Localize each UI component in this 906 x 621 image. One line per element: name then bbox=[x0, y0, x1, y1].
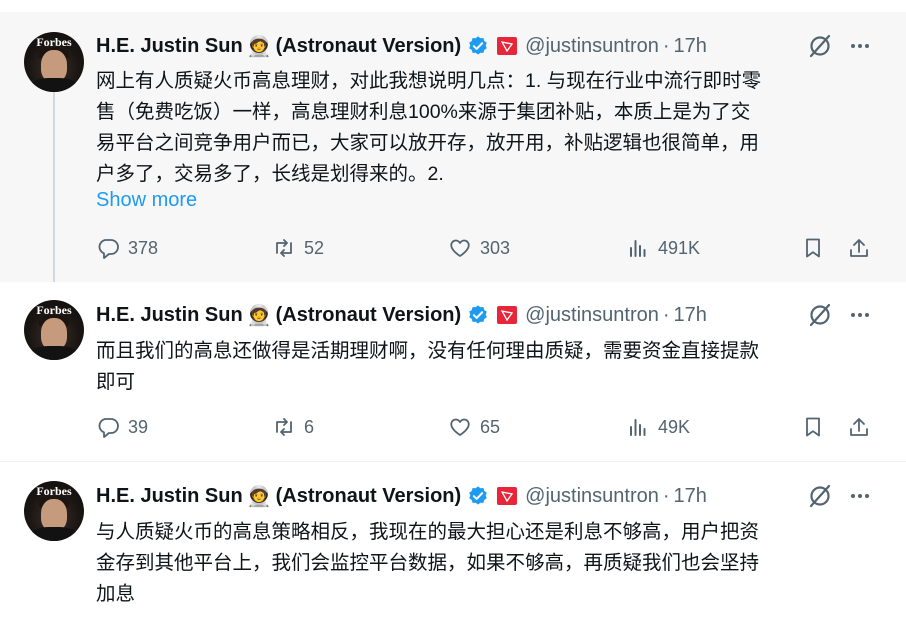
affiliate-flag-icon[interactable] bbox=[497, 306, 518, 324]
retweet-count: 52 bbox=[304, 237, 325, 258]
tweet-text: 网上有人质疑火币高息理财，对此我想说明几点：1. 与现在行业中流行即时零 售（免… bbox=[96, 66, 866, 190]
tweet-text-line: 而且我们的高息还做得是活期理财啊，没有任何理由质疑，需要资金直接提款 bbox=[96, 340, 760, 362]
like-count: 303 bbox=[480, 237, 511, 258]
tweet-1[interactable]: Forbes H.E. Justin Sun 🧑‍🚀 (Astronaut Ve… bbox=[0, 12, 906, 282]
tweet-header: H.E. Justin Sun 🧑‍🚀 (Astronaut Version) … bbox=[96, 303, 707, 327]
views-count: 49K bbox=[658, 416, 691, 437]
tweet-text-line: 户多了，交易多了，长线是划得来的。2. bbox=[96, 163, 444, 185]
more-options-icon[interactable] bbox=[848, 34, 872, 58]
tweet-text: 与人质疑火币的高息策略相反，我现在的最大担心还是利息不够高，用户把资 金存到其他… bbox=[96, 517, 866, 610]
tweet-text-line: 即可 bbox=[96, 371, 136, 393]
verified-badge-icon[interactable] bbox=[467, 485, 489, 507]
tweet-time[interactable]: 17h bbox=[674, 304, 707, 327]
reply-button[interactable]: 39 bbox=[96, 415, 148, 439]
retweet-button[interactable]: 6 bbox=[272, 415, 314, 439]
retweet-button[interactable]: 52 bbox=[272, 236, 324, 260]
avatar[interactable]: Forbes bbox=[24, 300, 84, 360]
author-name[interactable]: H.E. Justin Sun bbox=[96, 485, 243, 508]
tweet-text-line: 金存到其他平台上，我们会监控平台数据，如果不够高，再质疑我们也会坚持 bbox=[96, 552, 760, 574]
astronaut-emoji: 🧑‍🚀 bbox=[246, 485, 272, 508]
astronaut-emoji: 🧑‍🚀 bbox=[246, 35, 272, 58]
share-icon bbox=[850, 239, 868, 257]
retweet-icon bbox=[276, 239, 292, 257]
bookmark-button[interactable] bbox=[801, 236, 825, 260]
tweet-actions: 39 6 65 49K bbox=[96, 415, 882, 445]
share-icon bbox=[850, 418, 868, 436]
reply-icon bbox=[98, 418, 119, 438]
author-handle[interactable]: @justinsuntron bbox=[525, 304, 659, 327]
tweet-time[interactable]: 17h bbox=[674, 485, 707, 508]
separator-dot: · bbox=[662, 34, 670, 57]
tweet-text-line: 售（免费吃饭）一样，高息理财利息100%来源于集团补贴，本质上是为了交 bbox=[96, 101, 751, 123]
like-count: 65 bbox=[480, 416, 501, 437]
astronaut-emoji: 🧑‍🚀 bbox=[246, 304, 272, 327]
bookmark-button[interactable] bbox=[801, 415, 825, 439]
grok-icon[interactable] bbox=[806, 482, 834, 510]
reply-icon bbox=[98, 239, 119, 259]
like-button[interactable]: 303 bbox=[448, 236, 510, 260]
tweet-2[interactable]: Forbes H.E. Justin Sun 🧑‍🚀 (Astronaut Ve… bbox=[0, 282, 906, 462]
more-options-icon[interactable] bbox=[848, 484, 872, 508]
tweet-3[interactable]: Forbes H.E. Justin Sun 🧑‍🚀 (Astronaut Ve… bbox=[0, 463, 906, 621]
separator-dot: · bbox=[662, 303, 670, 326]
affiliate-flag-icon[interactable] bbox=[497, 37, 518, 55]
bookmark-icon bbox=[806, 417, 820, 437]
like-button[interactable]: 65 bbox=[448, 415, 500, 439]
author-handle[interactable]: @justinsuntron bbox=[525, 35, 659, 58]
tweet-text: 而且我们的高息还做得是活期理财啊，没有任何理由质疑，需要资金直接提款 即可 bbox=[96, 336, 866, 398]
views-button[interactable]: 49K bbox=[626, 415, 690, 439]
verified-badge-icon[interactable] bbox=[467, 35, 489, 57]
grok-icon[interactable] bbox=[806, 32, 834, 60]
avatar[interactable]: Forbes bbox=[24, 32, 84, 92]
tweet-header: H.E. Justin Sun 🧑‍🚀 (Astronaut Version) … bbox=[96, 484, 707, 508]
show-more-link[interactable]: Show more bbox=[96, 189, 197, 212]
grok-icon[interactable] bbox=[806, 301, 834, 329]
views-chart-icon bbox=[630, 240, 646, 257]
tweet-time[interactable]: 17h bbox=[674, 35, 707, 58]
author-handle[interactable]: @justinsuntron bbox=[525, 485, 659, 508]
views-button[interactable]: 491K bbox=[626, 236, 700, 260]
share-button[interactable] bbox=[847, 415, 871, 439]
retweet-count: 6 bbox=[304, 416, 315, 437]
reply-count: 39 bbox=[128, 416, 149, 437]
tweet-actions: 378 52 303 491K bbox=[96, 236, 882, 266]
separator-dot: · bbox=[662, 484, 670, 507]
tweet-text-line: 加息 bbox=[96, 583, 136, 605]
tweet-text-line: 易平台之间竞争用户而已，大家可以放开存，放开用，补贴逻辑也很简单，用 bbox=[96, 132, 760, 154]
heart-icon bbox=[450, 418, 470, 436]
views-count: 491K bbox=[658, 237, 701, 258]
tweet-header: H.E. Justin Sun 🧑‍🚀 (Astronaut Version) … bbox=[96, 34, 707, 58]
thread-line bbox=[53, 90, 55, 282]
author-name-suffix[interactable]: (Astronaut Version) bbox=[276, 304, 462, 327]
author-name-suffix[interactable]: (Astronaut Version) bbox=[276, 485, 462, 508]
reply-count: 378 bbox=[128, 237, 159, 258]
bookmark-icon bbox=[806, 238, 820, 258]
retweet-icon bbox=[276, 418, 292, 436]
verified-badge-icon[interactable] bbox=[467, 304, 489, 326]
more-options-icon[interactable] bbox=[848, 303, 872, 327]
share-button[interactable] bbox=[847, 236, 871, 260]
tweet-text-line: 与人质疑火币的高息策略相反，我现在的最大担心还是利息不够高，用户把资 bbox=[96, 521, 760, 543]
author-name[interactable]: H.E. Justin Sun bbox=[96, 304, 243, 327]
views-chart-icon bbox=[630, 419, 646, 436]
reply-button[interactable]: 378 bbox=[96, 236, 158, 260]
affiliate-flag-icon[interactable] bbox=[497, 487, 518, 505]
author-name[interactable]: H.E. Justin Sun bbox=[96, 35, 243, 58]
tweet-text-line: 网上有人质疑火币高息理财，对此我想说明几点：1. 与现在行业中流行即时零 bbox=[96, 70, 762, 92]
author-name-suffix[interactable]: (Astronaut Version) bbox=[276, 35, 462, 58]
avatar[interactable]: Forbes bbox=[24, 481, 84, 541]
heart-icon bbox=[450, 239, 470, 257]
